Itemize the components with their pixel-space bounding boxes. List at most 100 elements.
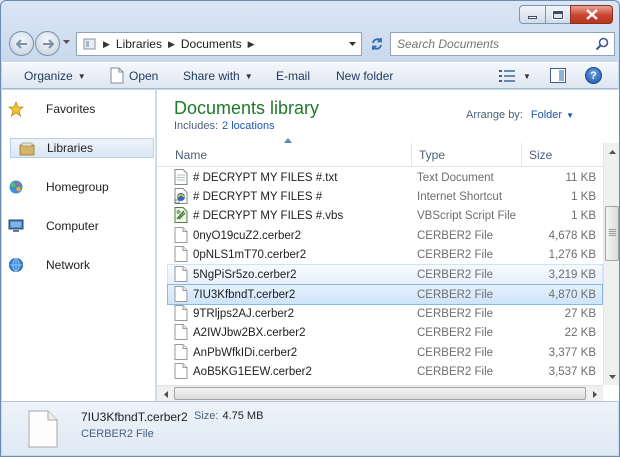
new-folder-button[interactable]: New folder — [336, 69, 393, 83]
library-title: Documents library — [174, 98, 320, 118]
file-size: 3,537 KB — [548, 365, 596, 378]
file-name: 7IU3KfbndT.cerber2 — [193, 288, 296, 301]
includes-label: Includes: — [174, 120, 219, 132]
breadcrumb-separator[interactable]: ▶ — [248, 39, 255, 50]
nav-item-network[interactable]: Network — [2, 255, 156, 275]
explorer-window: ▶ Libraries ▶ Documents ▶ Organize ▼ Open… — [0, 0, 620, 457]
refresh-button[interactable] — [349, 32, 392, 56]
vertical-scroll-thumb[interactable] — [605, 206, 619, 261]
address-bar[interactable]: ▶ Libraries ▶ Documents ▶ — [76, 32, 362, 56]
close-icon — [585, 9, 598, 20]
nav-item-label: Network — [46, 258, 91, 272]
new-folder-label: New folder — [336, 69, 394, 83]
horizontal-scrollbar[interactable] — [157, 385, 603, 401]
file-type: Text Document — [417, 171, 494, 184]
forward-button[interactable] — [35, 31, 60, 56]
horizontal-scroll-thumb[interactable] — [174, 387, 586, 400]
table-row[interactable]: AoB5KG1EEW.cerber2 CERBER2 File 3,537 KB — [168, 362, 602, 381]
open-document-icon — [110, 67, 124, 84]
file-type: CERBER2 File — [417, 268, 494, 281]
close-button[interactable] — [570, 5, 613, 24]
maximize-button[interactable] — [545, 5, 570, 24]
column-type[interactable]: Type — [411, 143, 521, 167]
forward-arrow-icon — [42, 38, 54, 49]
nav-item-libraries[interactable]: Libraries — [10, 138, 154, 158]
breadcrumb-separator[interactable]: ▶ — [168, 39, 175, 50]
search-icon[interactable] — [595, 37, 609, 51]
file-type: CERBER2 File — [417, 307, 494, 320]
arrange-by-dropdown[interactable]: Folder — [531, 109, 562, 121]
scroll-right-button[interactable] — [586, 386, 603, 402]
includes-locations-link[interactable]: 2 locations — [222, 120, 275, 132]
nav-item-homegroup[interactable]: Homegroup — [2, 177, 156, 197]
minimize-icon — [528, 16, 537, 19]
blank-file-icon — [174, 227, 188, 243]
vertical-scrollbar[interactable] — [603, 143, 619, 385]
table-row[interactable]: A2IWJbw2BX.cerber2 CERBER2 File 22 KB — [168, 323, 602, 342]
blank-file-icon — [174, 266, 188, 282]
scroll-down-icon — [609, 374, 616, 379]
nav-item-computer[interactable]: Computer — [2, 216, 156, 236]
file-size: 1,276 KB — [548, 248, 596, 261]
breadcrumb-libraries[interactable]: Libraries — [116, 37, 162, 51]
search-input[interactable] — [397, 37, 587, 51]
table-row[interactable]: 7IU3KfbndT.cerber2 CERBER2 File 4,870 KB — [167, 284, 603, 305]
table-row[interactable]: # DECRYPT MY FILES #.vbs VBScript Script… — [168, 206, 602, 225]
blank-file-icon — [174, 305, 188, 321]
chevron-down-icon[interactable]: ▼ — [566, 111, 574, 120]
libraries-small-icon — [83, 38, 96, 50]
recent-pages-chevron-icon[interactable] — [63, 40, 70, 45]
nav-item-label: Favorites — [46, 102, 96, 116]
navigation-pane: Favorites Libraries Homegroup Computer N… — [2, 90, 156, 401]
file-size: 11 KB — [565, 171, 596, 184]
scroll-right-icon — [592, 390, 597, 398]
details-size-label: Size: — [194, 410, 219, 422]
scroll-left-button[interactable] — [157, 386, 174, 402]
email-button[interactable]: E-mail — [276, 69, 310, 83]
details-file-name: 7IU3KfbndT.cerber2 — [81, 410, 188, 424]
scroll-up-button[interactable] — [604, 143, 619, 160]
table-row[interactable]: 0nyO19cuZ2.cerber2 CERBER2 File 4,678 KB — [168, 226, 602, 245]
file-size: 27 KB — [564, 307, 596, 320]
details-view-icon — [499, 70, 515, 82]
details-file-type: CERBER2 File — [81, 428, 154, 440]
chevron-down-icon: ▼ — [244, 71, 253, 81]
address-row: ▶ Libraries ▶ Documents ▶ — [7, 31, 615, 57]
scroll-down-button[interactable] — [604, 368, 619, 385]
breadcrumb-documents[interactable]: Documents — [181, 37, 242, 51]
change-view-button[interactable]: ▼ — [499, 68, 535, 84]
back-arrow-icon — [15, 38, 27, 49]
minimize-button[interactable] — [519, 5, 545, 24]
open-label: Open — [129, 69, 159, 83]
file-type: Internet Shortcut — [417, 190, 503, 203]
back-button[interactable] — [9, 31, 34, 56]
blank-file-icon — [174, 344, 188, 360]
nav-item-label: Libraries — [47, 141, 94, 155]
organize-label: Organize — [24, 69, 73, 83]
file-name: # DECRYPT MY FILES #.vbs — [193, 209, 344, 222]
table-row[interactable]: # DECRYPT MY FILES #.txt Text Document 1… — [168, 168, 602, 187]
table-row[interactable]: AnPbWfkIDi.cerber2 CERBER2 File 3,377 KB — [168, 343, 602, 362]
open-button[interactable]: Open — [129, 69, 158, 83]
search-box[interactable] — [390, 32, 615, 56]
maximize-icon — [552, 9, 564, 20]
table-row[interactable]: # DECRYPT MY FILES # Internet Shortcut 1… — [168, 187, 602, 206]
table-row[interactable]: 9TRljps2AJ.cerber2 CERBER2 File 27 KB — [168, 304, 602, 323]
help-button[interactable]: ? — [585, 67, 602, 84]
table-row[interactable]: 5NgPiSr5zo.cerber2 CERBER2 File 3,219 KB — [167, 264, 603, 285]
column-name[interactable]: Name — [168, 143, 411, 167]
preview-pane-icon[interactable] — [550, 68, 566, 83]
details-size-value: 4.75 MB — [222, 410, 264, 422]
nav-item-favorites[interactable]: Favorites — [2, 99, 156, 119]
share-with-button[interactable]: Share with ▼ — [183, 69, 253, 83]
blank-file-icon — [174, 286, 188, 302]
table-row[interactable]: 0pNLS1mT70.cerber2 CERBER2 File 1,276 KB — [168, 245, 602, 264]
column-size[interactable]: Size — [521, 143, 603, 167]
organize-button[interactable]: Organize ▼ — [24, 69, 86, 83]
arrange-by: Arrange by: Folder ▼ — [466, 109, 574, 121]
details-pane: 7IU3KfbndT.cerber2 Size: 4.75 MB CERBER2 … — [2, 401, 618, 455]
share-with-label: Share with — [183, 69, 240, 83]
file-type: CERBER2 File — [417, 365, 494, 378]
breadcrumb-separator[interactable]: ▶ — [103, 39, 110, 50]
file-type: CERBER2 File — [417, 229, 494, 242]
